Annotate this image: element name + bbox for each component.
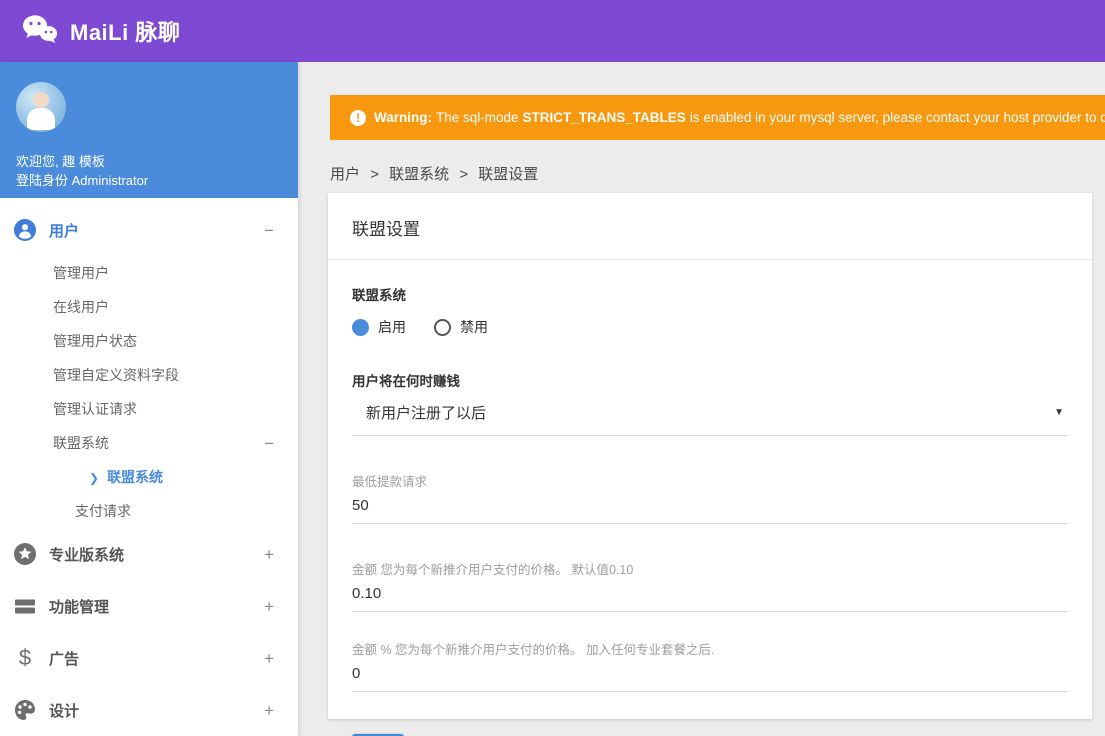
min-withdraw-field: 最低提款请求 50 [352, 471, 1068, 524]
breadcrumb-settings: 联盟设置 [478, 166, 539, 183]
star-icon [14, 543, 36, 565]
welcome-text: 欢迎您, 趣 模板 [16, 154, 105, 169]
sidebar-item-manage-users[interactable]: 管理用户 [0, 256, 298, 290]
user-icon [14, 219, 36, 241]
login-role-text: 登陆身份 Administrator [16, 173, 149, 188]
sidebar-item-payment-requests[interactable]: 支付请求 [0, 494, 298, 528]
earn-when-select[interactable]: 新用户注册了以后 ▼ [352, 402, 1068, 436]
warning-banner: ! Warning: The sql-mode STRICT_TRANS_TAB… [330, 95, 1105, 140]
radio-enable[interactable] [352, 318, 369, 336]
breadcrumb-affiliate[interactable]: 联盟系统 [389, 166, 449, 183]
sidebar-group-pro-label: 专业版系统 [49, 546, 125, 564]
amount-pct-field: 金额 % 您为每个新推介用户支付的价格。 加入任何专业套餐之后. 0 [352, 639, 1068, 692]
breadcrumb-separator: > [370, 166, 379, 183]
sidebar-group-ads-label: 广告 [49, 650, 80, 668]
app-header: MaiLi 脉聊 [0, 0, 1105, 62]
affiliate-system-label: 联盟系统 [352, 288, 406, 303]
breadcrumb-users[interactable]: 用户 [330, 166, 360, 183]
amount-input[interactable]: 0.10 [352, 585, 1068, 612]
sidebar-group-affiliate[interactable]: 联盟系统 − [0, 426, 298, 460]
expand-icon[interactable]: + [264, 650, 274, 667]
min-withdraw-input[interactable]: 50 [352, 497, 1068, 524]
radio-disable-label[interactable]: 禁用 [460, 317, 488, 337]
amount-field: 金额 您为每个新推介用户支付的价格。 默认值0.10 0.10 [352, 559, 1068, 612]
warning-text: The sql-mode [436, 110, 519, 125]
sidebar-group-users-label: 用户 [49, 222, 80, 240]
wechat-logo-icon [22, 14, 58, 49]
sidebar-menu: 用户 − 管理用户 在线用户 管理用户状态 管理自定义资料字段 管理认证请求 联… [0, 198, 298, 736]
sidebar-group-features-label: 功能管理 [49, 598, 110, 616]
sidebar-group-features[interactable]: 功能管理 + [0, 580, 298, 632]
sidebar-group-users[interactable]: 用户 − [0, 204, 298, 256]
amount-pct-label: 金额 % 您为每个新推介用户支付的价格。 加入任何专业套餐之后. [352, 643, 715, 657]
sidebar-item-online-users[interactable]: 在线用户 [0, 290, 298, 324]
sidebar-group-design[interactable]: 设计 + [0, 684, 298, 736]
radio-disable[interactable] [434, 318, 451, 336]
breadcrumb: 用户 > 联盟系统 > 联盟设置 [330, 163, 538, 184]
sidebar-item-affiliate-system-active[interactable]: ❯ 联盟系统 [0, 460, 298, 494]
collapse-icon[interactable]: − [264, 222, 274, 239]
warning-icon: ! [350, 109, 366, 126]
radio-enable-label[interactable]: 启用 [378, 317, 406, 337]
amount-label: 金额 您为每个新推介用户支付的价格。 默认值0.10 [352, 563, 634, 577]
brand-title: MaiLi 脉聊 [70, 20, 181, 45]
sidebar-group-pro[interactable]: 专业版系统 + [0, 528, 298, 580]
min-withdraw-label: 最低提款请求 [352, 475, 428, 489]
profile-panel: 欢迎您, 趣 模板 登陆身份 Administrator [0, 62, 298, 198]
sidebar-group-ads[interactable]: $ 广告 + [0, 632, 298, 684]
earn-when-label: 用户将在何时赚钱 [352, 374, 460, 389]
sidebar-item-custom-fields[interactable]: 管理自定义资料字段 [0, 358, 298, 392]
earn-when-value: 新用户注册了以后 [366, 405, 487, 422]
sidebar-group-affiliate-label: 联盟系统 [53, 435, 109, 451]
breadcrumb-separator: > [459, 166, 469, 183]
expand-icon[interactable]: + [264, 702, 274, 719]
chevron-right-icon: ❯ [89, 471, 100, 485]
warning-text: is enabled in your mysql server, please … [689, 110, 1105, 125]
warning-bold: Warning: [374, 110, 432, 125]
bars-icon [14, 595, 36, 617]
expand-icon[interactable]: + [264, 598, 274, 615]
amount-pct-input[interactable]: 0 [352, 665, 1068, 692]
chevron-down-icon: ▼ [1054, 407, 1064, 418]
palette-icon [14, 699, 36, 721]
dollar-icon: $ [18, 645, 32, 670]
sidebar: 欢迎您, 趣 模板 登陆身份 Administrator 用户 − 管理用户 在… [0, 62, 298, 736]
sidebar-item-verification-requests[interactable]: 管理认证请求 [0, 392, 298, 426]
sidebar-item-user-status[interactable]: 管理用户状态 [0, 324, 298, 358]
sidebar-item-affiliate-system-label: 联盟系统 [107, 469, 164, 485]
avatar [16, 82, 66, 132]
warning-sqlmode: STRICT_TRANS_TABLES [522, 110, 686, 125]
affiliate-settings-card: 联盟设置 联盟系统 启用 禁用 用户将在何时赚钱 新用户注册了以后 ▼ 最低提款… [328, 193, 1092, 736]
expand-icon[interactable]: + [264, 546, 274, 563]
collapse-icon[interactable]: − [264, 435, 274, 452]
sidebar-group-design-label: 设计 [49, 702, 80, 720]
affiliate-system-radios: 启用 禁用 [352, 317, 1068, 337]
card-title: 联盟设置 [328, 193, 1092, 260]
